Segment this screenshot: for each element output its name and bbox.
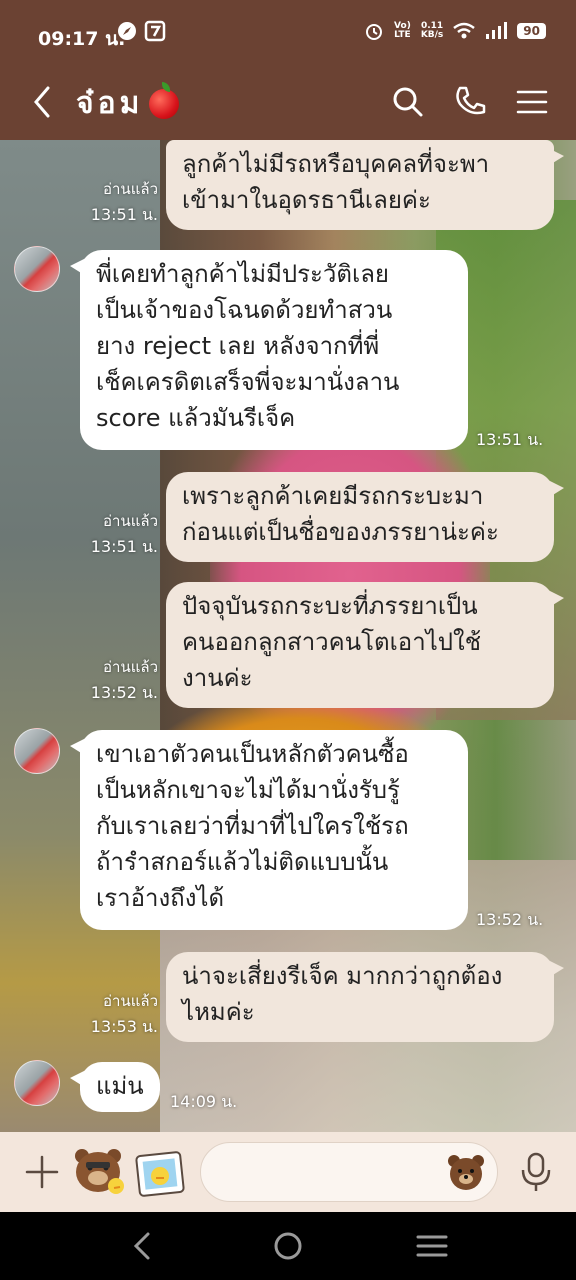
back-icon[interactable]: [26, 82, 62, 122]
message-bubble-received[interactable]: แม่น: [70, 1062, 160, 1112]
volte-indicator: Vo) LTE: [394, 21, 411, 40]
nav-recents-icon[interactable]: [414, 1228, 450, 1264]
compass-icon: [118, 22, 136, 40]
read-receipt: อ่านแล้ว 13:51 น.: [90, 512, 158, 556]
system-nav-bar: [0, 1212, 576, 1280]
read-receipt: อ่านแล้ว 13:51 น.: [90, 180, 158, 224]
chat-title: จ๋อม: [76, 80, 180, 127]
chat-area[interactable]: อ่านแล้ว 13:51 น. ลูกค้าไม่มีรถหรือบุคคล…: [0, 140, 576, 1132]
status-bar: 09:17 น. Vo) LTE 0.11 KB/s 90: [0, 0, 576, 64]
message-time: 13:52 น.: [476, 910, 544, 929]
read-receipt: อ่านแล้ว 13:53 น.: [90, 992, 158, 1036]
wifi-icon: [453, 22, 476, 39]
message-bubble-received[interactable]: พี่เคยทำลูกค้าไม่มีประวัติเลย เป็นเจ้าขอ…: [70, 250, 468, 450]
seven-eleven-icon: [144, 20, 166, 42]
avatar[interactable]: [14, 246, 60, 292]
message-bubble-sent[interactable]: ปัจจุบันรถกระบะที่ภรรยาเป็น คนออกลูกสาวค…: [166, 582, 564, 708]
battery-level: 90: [517, 23, 546, 39]
status-right: Vo) LTE 0.11 KB/s 90: [364, 21, 546, 41]
avatar[interactable]: [14, 728, 60, 774]
nav-home-icon[interactable]: [270, 1228, 306, 1264]
alarm-icon: [366, 24, 383, 40]
nav-back-icon[interactable]: [126, 1228, 162, 1264]
read-receipt: อ่านแล้ว 13:52 น.: [90, 658, 158, 702]
signal-icon: [486, 22, 508, 39]
avatar[interactable]: [14, 1060, 60, 1106]
message-time: 14:09 น.: [170, 1092, 238, 1111]
plus-icon[interactable]: [22, 1152, 62, 1192]
red-apple-icon: [149, 81, 180, 119]
network-speed: 0.11 KB/s: [420, 21, 444, 40]
message-bubble-sent[interactable]: เพราะลูกค้าเคยมีรถกระบะมา ก่อนแต่เป็นชื่…: [166, 472, 564, 562]
message-bubble-sent[interactable]: น่าจะเสี่ยงรีเจ็ค มากกว่าถูกต้อง ไหมค่ะ: [166, 952, 564, 1042]
message-bubble-received[interactable]: เขาเอาตัวคนเป็นหลักตัวคนซื้อ เป็นหลักเขา…: [70, 730, 468, 930]
menu-icon[interactable]: [512, 82, 552, 122]
input-bar: [0, 1132, 576, 1212]
sticker-icon[interactable]: [70, 1144, 128, 1200]
emoji-icon[interactable]: [446, 1152, 486, 1192]
status-time: 09:17 น.: [38, 28, 126, 50]
contact-name: จ๋อม: [76, 86, 144, 121]
message-time: 13:51 น.: [476, 430, 544, 449]
chat-header: จ๋อม: [0, 64, 576, 140]
mic-icon[interactable]: [516, 1150, 556, 1194]
phone-icon[interactable]: [450, 82, 490, 122]
search-icon[interactable]: [388, 82, 428, 122]
message-bubble-sent[interactable]: ลูกค้าไม่มีรถหรือบุคคลที่จะพา เข้ามาในอุ…: [166, 140, 564, 230]
photo-icon[interactable]: [134, 1148, 186, 1200]
